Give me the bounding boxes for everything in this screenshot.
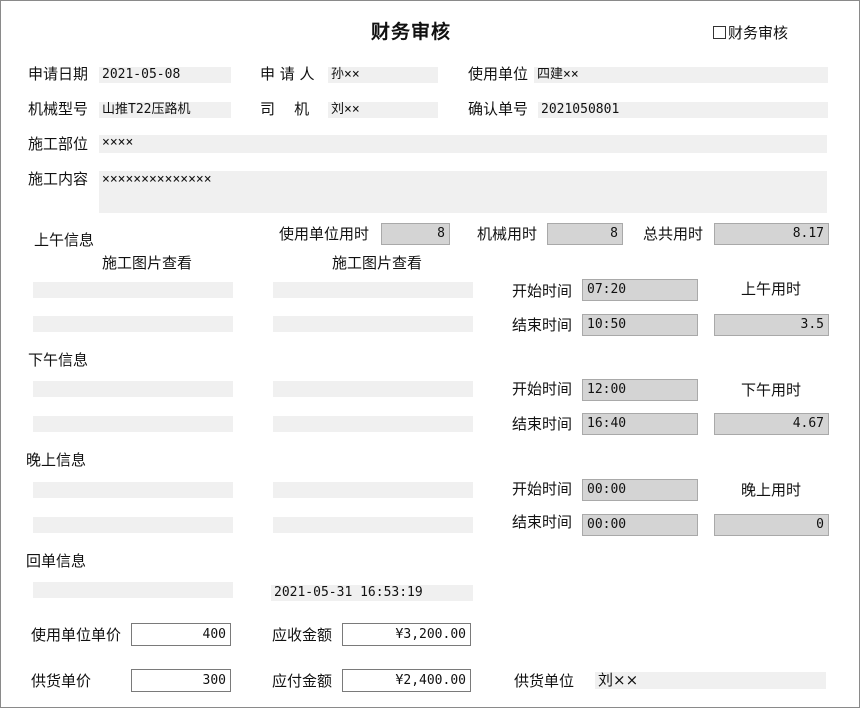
total-hours-field: 8.17 [714, 223, 829, 245]
site-field: ×××× [99, 135, 827, 153]
checkbox-box[interactable] [713, 26, 726, 39]
afternoon-photo-slot-2 [273, 381, 473, 397]
evening-hours-field: 0 [714, 514, 829, 536]
driver-label: 司 机 [260, 100, 310, 118]
evening-photo-slot-1 [33, 482, 233, 498]
morning-photo-link-1[interactable]: 施工图片查看 [102, 253, 192, 273]
afternoon-start-label: 开始时间 [512, 380, 573, 398]
unit-field: 四建×× [534, 67, 828, 83]
afternoon-section-label: 下午信息 [28, 351, 89, 369]
machine-label: 机械型号 [28, 100, 89, 118]
driver-field: 刘×× [328, 102, 438, 118]
morning-end-label: 结束时间 [512, 316, 573, 334]
morning-photo-slot-3 [33, 316, 233, 332]
confirm-no-field: 2021050801 [538, 102, 828, 118]
machine-field: 山推T22压路机 [99, 102, 231, 118]
morning-photo-slot-1 [33, 282, 233, 298]
evening-photo-slot-4 [273, 517, 473, 533]
form-title: 财务审核 [371, 21, 452, 43]
machine-hours-label: 机械用时 [477, 225, 538, 243]
afternoon-hours-label: 下午用时 [741, 381, 802, 399]
afternoon-photo-slot-3 [33, 416, 233, 432]
afternoon-photo-slot-4 [273, 416, 473, 432]
finance-review-checkbox-label: 财务审核 [728, 24, 789, 42]
unit-hours-label: 使用单位用时 [279, 225, 370, 243]
receivable-label: 应收金额 [272, 626, 333, 644]
applicant-label: 申 请 人 [260, 65, 315, 83]
total-hours-label: 总共用时 [643, 225, 704, 243]
evening-start-label: 开始时间 [512, 480, 573, 498]
morning-end-field: 10:50 [582, 314, 698, 336]
supplier-label: 供货单位 [514, 672, 575, 690]
apply-date-label: 申请日期 [28, 65, 89, 83]
confirm-no-label: 确认单号 [468, 100, 529, 118]
unit-label: 使用单位 [468, 65, 529, 83]
content-label: 施工内容 [28, 170, 89, 188]
afternoon-end-field: 16:40 [582, 413, 698, 435]
supplier-field: 刘×× [595, 672, 826, 689]
return-section-label: 回单信息 [26, 552, 87, 570]
afternoon-end-label: 结束时间 [512, 415, 573, 433]
evening-end-field: 00:00 [582, 514, 698, 536]
morning-section-label: 上午信息 [34, 231, 95, 249]
finance-review-checkbox[interactable]: 财务审核 [713, 23, 788, 43]
morning-hours-field: 3.5 [714, 314, 829, 336]
afternoon-start-field: 12:00 [582, 379, 698, 401]
receivable-field[interactable]: ¥3,200.00 [342, 623, 471, 646]
morning-start-label: 开始时间 [512, 282, 573, 300]
site-label: 施工部位 [28, 135, 89, 153]
morning-hours-label: 上午用时 [741, 280, 802, 298]
evening-start-field: 00:00 [582, 479, 698, 501]
supply-price-label: 供货单价 [31, 672, 92, 690]
payable-label: 应付金额 [272, 672, 333, 690]
evening-hours-label: 晚上用时 [741, 481, 802, 499]
afternoon-hours-field: 4.67 [714, 413, 829, 435]
evening-photo-slot-2 [273, 482, 473, 498]
return-photo-slot [33, 582, 233, 598]
apply-date-field: 2021-05-08 [99, 67, 231, 83]
unit-price-field[interactable]: 400 [131, 623, 231, 646]
payable-field[interactable]: ¥2,400.00 [342, 669, 471, 692]
morning-photo-link-2[interactable]: 施工图片查看 [332, 253, 422, 273]
evening-photo-slot-3 [33, 517, 233, 533]
unit-hours-field: 8 [381, 223, 450, 245]
morning-photo-slot-2 [273, 282, 473, 298]
evening-section-label: 晚上信息 [26, 451, 87, 469]
return-timestamp-field: 2021-05-31 16:53:19 [271, 585, 473, 601]
morning-photo-slot-4 [273, 316, 473, 332]
content-field: ×××××××××××××× [99, 171, 827, 213]
supply-price-field[interactable]: 300 [131, 669, 231, 692]
machine-hours-field: 8 [547, 223, 623, 245]
morning-start-field: 07:20 [582, 279, 698, 301]
applicant-field: 孙×× [328, 67, 438, 83]
evening-end-label: 结束时间 [512, 513, 573, 531]
unit-price-label: 使用单位单价 [31, 626, 122, 644]
finance-review-form: 财务审核 财务审核 申请日期 2021-05-08 申 请 人 孙×× 使用单位… [0, 0, 860, 708]
afternoon-photo-slot-1 [33, 381, 233, 397]
